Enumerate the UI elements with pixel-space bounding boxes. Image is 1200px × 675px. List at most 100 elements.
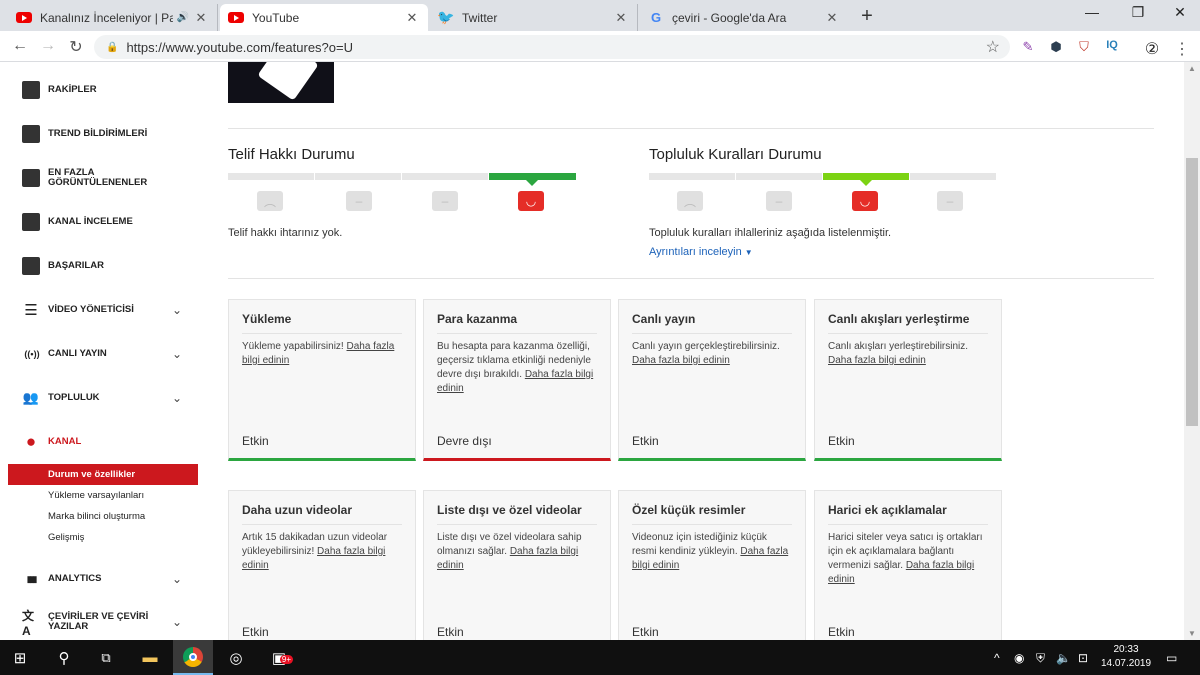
chevron-down-icon[interactable]: ⌄ <box>172 615 182 629</box>
sidebar-item-trend-bildirimleri[interactable]: TREND BİLDİRİMLERİ <box>0 122 209 146</box>
details-link[interactable]: Ayrıntıları inceleyin ▼ <box>649 246 753 258</box>
close-window-button[interactable]: ✕ <box>1160 4 1200 21</box>
file-explorer-icon[interactable]: ▬ <box>130 640 170 675</box>
sidebar-item-ceviriler[interactable]: 文A ÇEVİRİLER VE ÇEVİRİ YAZILAR ⌄ <box>0 609 209 638</box>
sidebar-subitem-gelismis[interactable]: Gelişmiş <box>8 527 198 548</box>
pen-extension-icon[interactable]: ✎ <box>1020 39 1036 55</box>
chrome-icon[interactable] <box>173 640 213 675</box>
learn-more-link[interactable]: Daha fazla bilgi edinin <box>828 355 926 366</box>
new-tab-button[interactable]: + <box>856 6 878 28</box>
feature-description: Bu hesapta para kazanma özelliği, geçers… <box>437 341 594 394</box>
sidebar-subitem-durum[interactable]: Durum ve özellikler <box>8 464 198 485</box>
status-bar-active <box>489 173 576 180</box>
close-icon[interactable]: ✕ <box>404 10 420 26</box>
status-bar-segment <box>315 173 401 180</box>
volume-icon[interactable]: 🔈 <box>1056 651 1071 665</box>
back-button[interactable]: ← <box>10 37 30 55</box>
sidebar-subitem-yukleme[interactable]: Yükleme varsayılanları <box>8 485 198 506</box>
close-icon[interactable]: ✕ <box>824 10 840 26</box>
live-icon: ((•)) <box>24 349 40 359</box>
profile-avatar[interactable]: ② <box>1144 39 1160 59</box>
sidebar-item-label: EN FAZLA GÖRÜNTÜLENENLER <box>48 167 148 188</box>
feature-description: Canlı akışları yerleştirebilirsiniz. Dah… <box>828 341 969 366</box>
scroll-up-arrow-icon[interactable]: ▲ <box>1188 64 1196 73</box>
feature-title: Liste dışı ve özel videolar <box>437 503 597 525</box>
feature-card-liste-disi: Liste dışı ve özel videolar Liste dışı v… <box>423 490 611 640</box>
discord-app-icon[interactable]: ▣ 9+ <box>259 640 299 675</box>
notification-center-icon[interactable]: ▭ <box>1166 651 1177 665</box>
sidebar-item-basarilar[interactable]: BAŞARILAR <box>0 254 209 278</box>
clock[interactable]: 20:33 14.07.2019 <box>1098 643 1154 671</box>
status-bar-segment <box>910 173 996 180</box>
status-bar-segment <box>402 173 488 180</box>
obs-icon[interactable]: ◎ <box>216 640 256 675</box>
show-hidden-icons-icon[interactable]: ^ <box>994 651 1000 665</box>
analytics-icon: ▮▮▮ <box>26 573 38 584</box>
scroll-down-arrow-icon[interactable]: ▼ <box>1188 629 1196 638</box>
feature-description: Canlı yayın gerçekleştirebilirsiniz. Dah… <box>632 341 780 366</box>
close-icon[interactable]: ✕ <box>613 10 629 26</box>
sidebar-item-analytics[interactable]: ▮▮▮ ANALYTICS ⌄ <box>0 567 209 591</box>
feature-title: Canlı yayın <box>632 312 792 334</box>
video-manager-icon: ☰ <box>24 302 38 319</box>
neutral-face-icon: – <box>432 191 458 211</box>
sidebar-item-canli-yayin[interactable]: ((•)) CANLI YAYIN ⌄ <box>0 342 209 366</box>
shield-extension-icon[interactable]: ⬢ <box>1048 39 1064 55</box>
chevron-down-icon[interactable]: ⌄ <box>172 572 182 586</box>
audio-icon[interactable]: 🔊 <box>177 12 189 23</box>
windows-start-icon[interactable]: ⊞ <box>0 640 40 675</box>
tab-kanaliniz-inceleniyor[interactable]: Kanalınız İnceleniyor | Para K 🔊 ✕ <box>8 4 218 31</box>
feature-status: Devre dışı <box>437 434 492 448</box>
chevron-down-icon[interactable]: ⌄ <box>172 347 182 361</box>
sidebar-item-kanal-inceleme[interactable]: KANAL İNCELEME <box>0 210 209 234</box>
scrollbar-thumb[interactable] <box>1186 158 1198 426</box>
maximize-button[interactable]: ❐ <box>1118 4 1158 21</box>
copyright-status-title: Telif Hakkı Durumu <box>228 146 355 163</box>
task-view-icon[interactable]: ⧉ <box>86 640 126 675</box>
feature-title: Para kazanma <box>437 312 597 334</box>
close-icon[interactable]: ✕ <box>193 10 209 26</box>
community-status-title: Topluluk Kuralları Durumu <box>649 146 822 163</box>
feature-card-harici-ek-aciklamalar: Harici ek açıklamalar Harici siteler vey… <box>814 490 1002 640</box>
learn-more-link[interactable]: Daha fazla bilgi edinin <box>632 355 730 366</box>
iq-extension-icon[interactable]: IQ <box>1104 39 1120 51</box>
tubebuddy-icon <box>22 169 40 187</box>
forward-button[interactable]: → <box>38 37 58 55</box>
feature-card-para-kazanma: Para kazanma Bu hesapta para kazanma öze… <box>423 299 611 461</box>
tubebuddy-icon <box>22 213 40 231</box>
feature-description: Videonuz için istediğiniz küçük resmi ke… <box>632 532 789 571</box>
minimize-button[interactable]: — <box>1072 4 1112 20</box>
feature-status: Etkin <box>828 434 855 448</box>
chevron-down-icon[interactable]: ⌄ <box>172 391 182 405</box>
tab-youtube[interactable]: YouTube ✕ <box>220 4 428 31</box>
sidebar-item-en-fazla-goruntulenenler[interactable]: EN FAZLA GÖRÜNTÜLENENLER <box>0 166 209 190</box>
pocket-extension-icon[interactable]: ⛉ <box>1076 39 1092 55</box>
url-text: https://www.youtube.com/features?o=U <box>126 39 353 55</box>
search-icon[interactable]: ⚲ <box>44 640 84 675</box>
network-icon[interactable]: ⊡ <box>1078 651 1088 665</box>
tab-twitter[interactable]: 🐦 Twitter ✕ <box>430 4 638 31</box>
community-icon: 👥 <box>22 390 40 405</box>
url-bar[interactable]: 🔒 https://www.youtube.com/features?o=U ☆ <box>94 35 1010 59</box>
sidebar-item-video-yoneticisi[interactable]: ☰ VİDEO YÖNETİCİSİ ⌄ <box>0 298 209 322</box>
status-bar-segment <box>228 173 314 180</box>
sidebar-item-label: KANAL İNCELEME <box>48 216 133 227</box>
feature-status: Etkin <box>242 434 269 448</box>
sad-face-icon: ︵ <box>677 191 703 211</box>
chevron-down-icon[interactable]: ⌄ <box>172 303 182 317</box>
caret-down-icon: ▼ <box>744 248 753 257</box>
status-pointer <box>860 180 872 186</box>
discord-tray-icon[interactable]: ◉ <box>1014 651 1024 665</box>
sidebar-item-rakipler[interactable]: RAKİPLER <box>0 78 209 102</box>
sidebar-item-label: RAKİPLER <box>48 84 97 95</box>
bookmark-star-icon[interactable]: ☆ <box>986 37 1000 57</box>
reload-button[interactable]: ↻ <box>66 37 86 57</box>
tab-google-search[interactable]: G çeviri - Google'da Ara ✕ <box>640 4 848 31</box>
sidebar-item-label: TOPLULUK <box>48 392 100 403</box>
browser-menu-icon[interactable]: ⋮ <box>1174 39 1190 59</box>
sidebar-item-topluluk[interactable]: 👥 TOPLULUK ⌄ <box>0 386 209 410</box>
sidebar-item-kanal[interactable]: ● KANAL <box>0 430 209 454</box>
feature-description: Harici siteler veya satıcı iş ortakları … <box>828 532 983 585</box>
security-icon[interactable]: ⛨ <box>1036 651 1045 666</box>
sidebar-subitem-marka[interactable]: Marka bilinci oluşturma <box>8 506 198 527</box>
